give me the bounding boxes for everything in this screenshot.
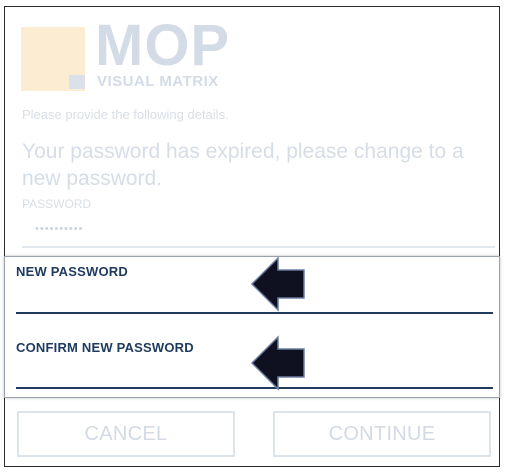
confirm-password-label: CONFIRM NEW PASSWORD — [16, 340, 194, 355]
password-field[interactable]: •••••••••• — [35, 223, 84, 235]
new-password-label: NEW PASSWORD — [16, 264, 128, 279]
mop-logo: MOP VISUAL MATRIX — [21, 17, 261, 95]
arrow-left-icon — [250, 335, 305, 391]
password-label: PASSWORD — [22, 197, 92, 211]
continue-button[interactable]: CONTINUE — [273, 411, 491, 457]
arrow-left-icon — [250, 256, 305, 312]
expired-message: Your password has expired, please change… — [22, 140, 464, 190]
password-underline — [22, 246, 495, 248]
cancel-button[interactable]: CANCEL — [17, 411, 235, 457]
new-password-underline — [16, 312, 493, 314]
intro-text: Please provide the following details. — [22, 107, 229, 122]
logo-brand-text: MOP — [95, 13, 231, 78]
logo-subtitle: VISUAL MATRIX — [97, 73, 219, 90]
logo-accent-square — [69, 75, 85, 89]
